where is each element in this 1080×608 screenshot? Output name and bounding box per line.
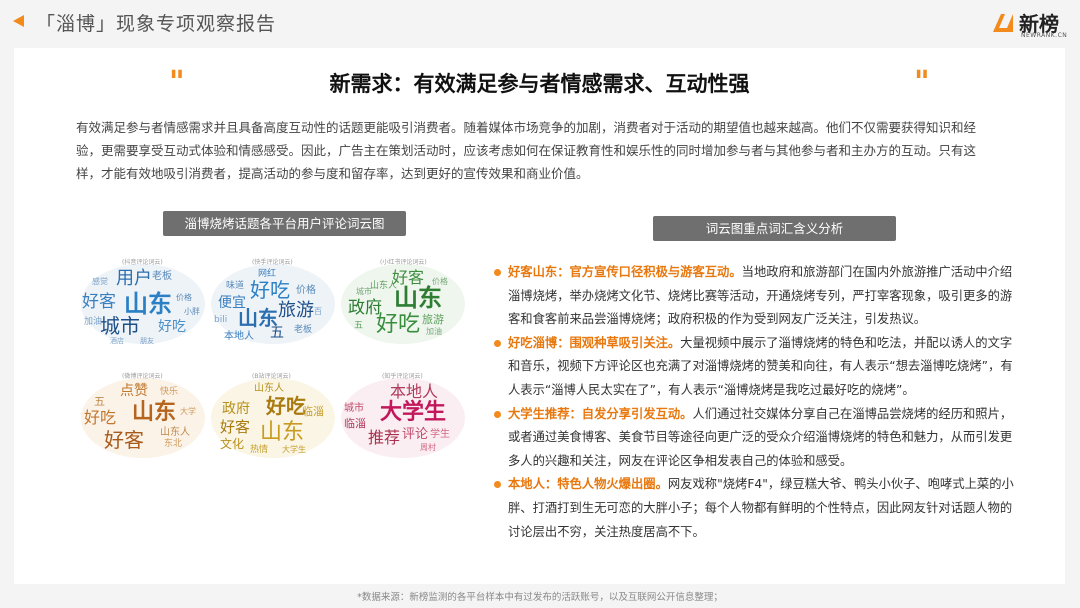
word-cloud-kuaishou: (快手评论词云) 网红 好吃 味道 便宜 旅游 山东 价格 本地人 五 bili… [210, 258, 336, 346]
list-item: 好客山东：官方宣传口径积极与游客互动。当地政府和旅游部门在国内外旅游推广活动中介… [494, 261, 1018, 332]
cloud-word: 大学 [180, 407, 196, 416]
content-card: " " 新需求：有效满足参与者情感需求、互动性强 有效满足参与者情感需求并且具备… [14, 48, 1065, 584]
item-heading: 大学生推荐：自发分享引发互动。 [508, 406, 693, 421]
list-item: 好吃淄博：围观种草吸引关注。大量视频中展示了淄博烧烤的特色和吃法，并配以诱人的文… [494, 332, 1018, 403]
cloud-word: 周村 [420, 443, 436, 452]
cloud-caption: (抖音评论词云) [122, 259, 163, 266]
item-heading: 本地人：特色人物火爆出圈。 [508, 477, 668, 492]
word-cloud-douyin: (抖音评论词云) 用户 山东 城市 好客 好吃 老板 加油 感觉 酒店 朋友 价… [80, 258, 206, 346]
cloud-word: 本地人 [390, 382, 439, 401]
word-cloud-weibo: (微博评论词云) 点赞 快乐 五 山东 好吃 好客 山东人 东北 大学 [80, 372, 206, 460]
left-panel-label: 淄博烧烤话题各平台用户评论词云图 [163, 211, 406, 236]
bullet-dot-icon [494, 410, 501, 418]
list-item: 大学生推荐：自发分享引发互动。人们通过社交媒体分享自己在淄博品尝烧烤的经历和照片… [494, 403, 1018, 474]
cloud-word: 山东 [132, 400, 177, 425]
cloud-word: 好吃 [250, 278, 290, 302]
cloud-caption: (小红书评论词云) [380, 259, 427, 266]
cloud-word: 临淄 [302, 405, 324, 418]
cloud-word: 价格 [296, 285, 316, 296]
cloud-word: 百 [314, 307, 322, 316]
bullet-dot-icon [494, 339, 501, 347]
newrank-logo-icon [993, 14, 1013, 32]
cloud-word: 好吃 [84, 408, 117, 427]
cloud-word: 味道 [226, 281, 245, 291]
cloud-word: 山东 [124, 290, 172, 318]
cloud-word: 五 [354, 321, 364, 331]
right-panel-label: 词云图重点词汇含义分析 [653, 216, 896, 241]
item-heading: 好客山东：官方宣传口径积极与游客互动。 [508, 265, 742, 279]
cloud-word: 五 [94, 395, 105, 408]
cloud-word: 老板 [152, 271, 172, 282]
keyword-analysis-list: 好客山东：官方宣传口径积极与游客互动。当地政府和旅游部门在国内外旅游推广活动中介… [494, 261, 1018, 544]
cloud-word: 快乐 [160, 387, 179, 397]
newrank-logo: 新榜 NEWRANK.CN [991, 8, 1071, 40]
item-heading: 好吃淄博：围观种草吸引关注。 [508, 335, 681, 350]
cloud-word: 临淄 [344, 417, 366, 430]
cloud-word: 小胖 [184, 307, 200, 316]
cloud-word: 感觉 [92, 277, 108, 286]
cloud-word: 山东 [394, 284, 442, 312]
cloud-word: 酒店 [110, 337, 124, 345]
cloud-caption: (微博评论词云) [122, 373, 163, 380]
cloud-word: 旅游 [422, 313, 444, 326]
cloud-word: 本地人 [224, 331, 254, 342]
cloud-word: 推荐 [368, 428, 401, 447]
word-cloud-zhihu: (知乎评论词云) 本地人 大学生 推荐 评论 城市 临淄 学生 周村 [340, 372, 466, 460]
intro-paragraph: 有效满足参与者情感需求并且具备高度互动性的话题更能吸引消费者。随着媒体市场竞争的… [76, 120, 977, 181]
cloud-word: 山东人 [160, 427, 190, 438]
report-title: 「淄博」现象专项观察报告 [36, 13, 277, 35]
cloud-word: 评论 [402, 427, 429, 442]
cloud-caption: (B站评论词云) [252, 373, 291, 380]
triangle-marker-icon [13, 15, 24, 27]
cloud-word: 点赞 [120, 383, 148, 399]
cloud-word: 价格 [176, 293, 192, 302]
cloud-word: 城市 [356, 287, 372, 296]
header-bar: 「淄博」现象专项观察报告 新榜 NEWRANK.CN [0, 0, 1080, 46]
bullet-dot-icon [494, 269, 501, 276]
cloud-word: 城市 [344, 403, 364, 414]
cloud-word: 大学生 [380, 400, 447, 425]
cloud-word: 好吃 [376, 312, 421, 337]
cloud-caption: (快手评论词云) [252, 259, 293, 266]
cloud-word: 老板 [294, 325, 313, 335]
data-source-footnote: *数据来源：新榜监测的各平台样本中有过发布的活跃账号，以及互联网公开信息整理； [357, 592, 723, 603]
cloud-word: 用户 [116, 268, 152, 289]
word-cloud-xiaohongshu: (小红书评论词云) 好客 山东人 山东 政府 好吃 旅游 五 加油 城市 价格 [340, 258, 466, 346]
cloud-word: 旅游 [278, 300, 314, 321]
cloud-word: 价格 [432, 277, 448, 286]
cloud-word: 热情 [250, 445, 269, 455]
cloud-word: 山东 [260, 420, 305, 445]
cloud-word: 东北 [164, 439, 183, 449]
cloud-word: 政府 [222, 401, 250, 417]
cloud-word: 好吃 [158, 319, 186, 335]
cloud-word: 城市 [100, 314, 140, 338]
cloud-word: 朋友 [140, 337, 154, 345]
cloud-word: 山东人 [370, 281, 398, 291]
cloud-caption: (知乎评论词云) [382, 373, 423, 380]
cloud-word: bili [214, 315, 228, 325]
word-cloud-bilibili: (B站评论词云) 山东人 好吃 政府 山东 好客 文化 临淄 热情 大学生 [210, 372, 336, 460]
cloud-word: 大学生 [282, 445, 306, 454]
list-item: 本地人：特色人物火爆出圈。网友戏称"烧烤F4"，绿豆糕大爷、鸭头小伙子、咆哮式上… [494, 473, 1018, 544]
cloud-word: 好吃 [266, 394, 306, 418]
logo-subtext: NEWRANK.CN [1021, 32, 1068, 39]
cloud-word: 好客 [220, 418, 251, 436]
cloud-word: 好客 [104, 428, 144, 452]
cloud-word: 山东人 [254, 383, 284, 394]
cloud-word: 好客 [82, 292, 116, 312]
cloud-word: 文化 [220, 437, 245, 451]
cloud-word: 学生 [430, 429, 450, 440]
cloud-word: 五 [270, 325, 284, 341]
cloud-word: 加油 [84, 317, 103, 327]
section-title: 新需求：有效满足参与者情感需求、互动性强 [329, 72, 750, 96]
bullet-dot-icon [494, 481, 501, 489]
cloud-word: 加油 [426, 327, 442, 336]
